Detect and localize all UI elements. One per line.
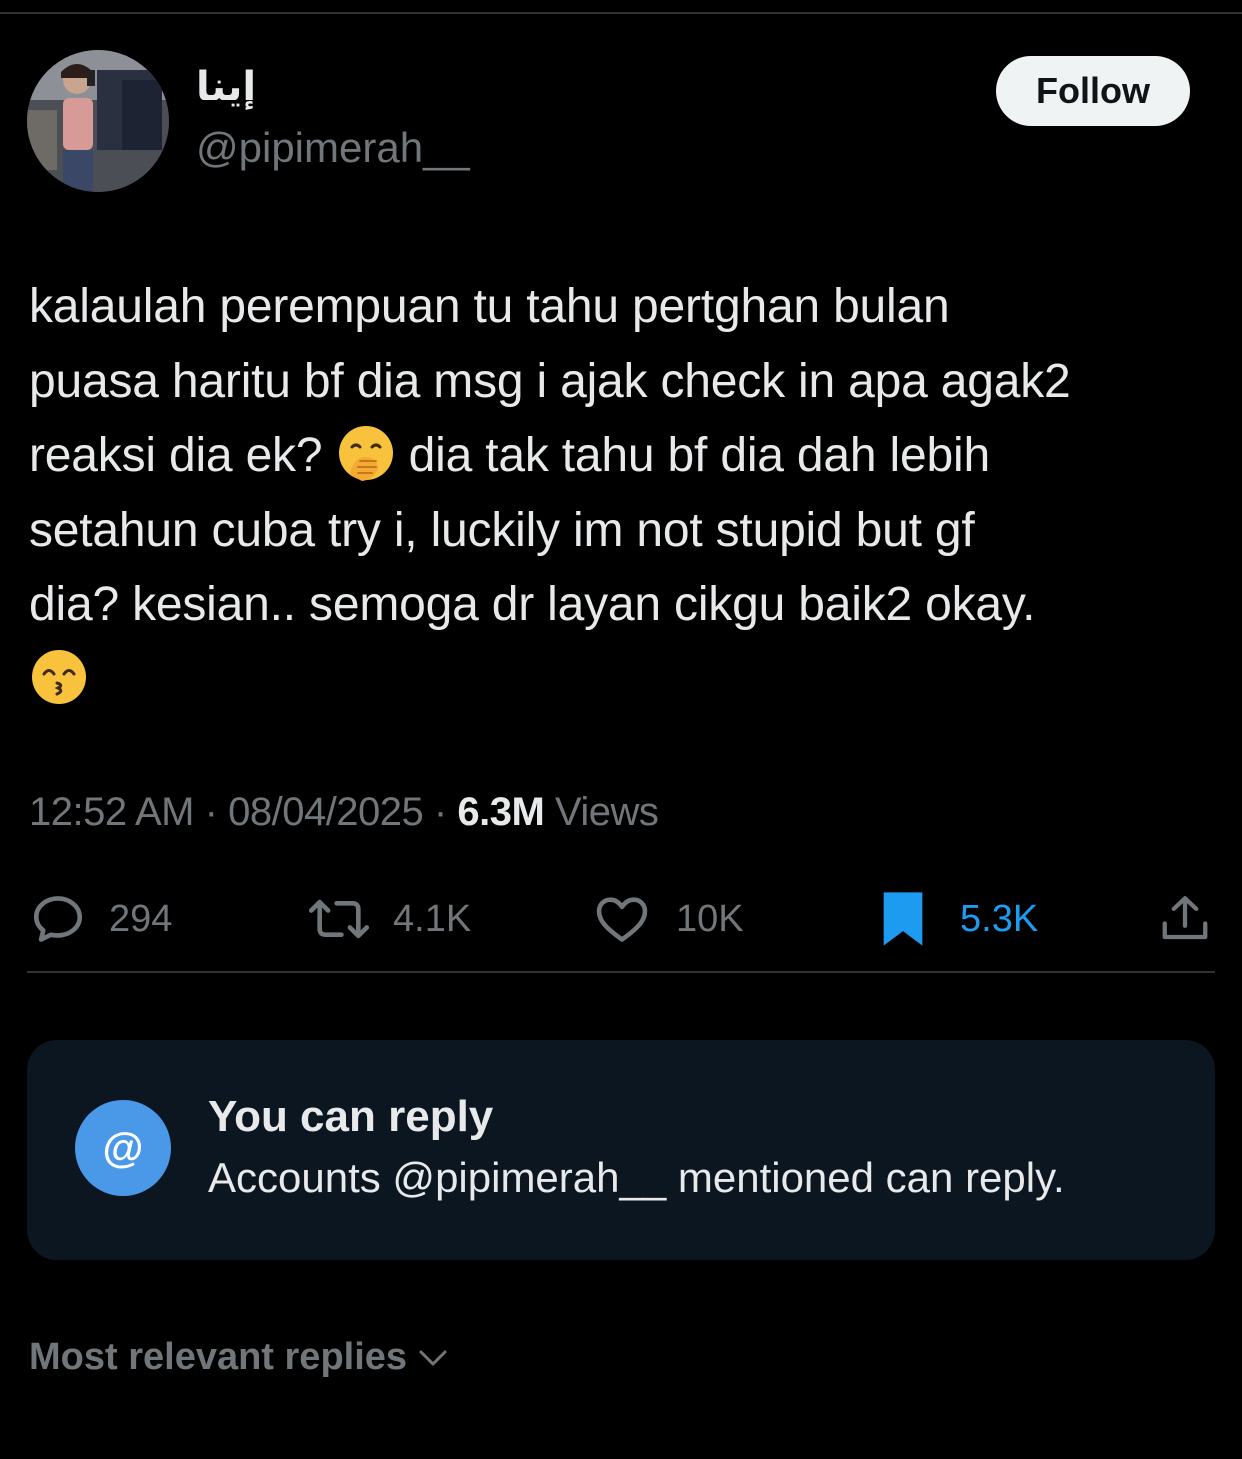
chevron-down-icon	[419, 1350, 447, 1365]
repost-button[interactable]: 4.1K	[305, 884, 471, 954]
avatar[interactable]	[27, 50, 169, 192]
reply-sort-dropdown[interactable]: Most relevant replies	[29, 1336, 449, 1379]
action-bar: 294 4.1K 10K 5.3K	[0, 884, 1242, 954]
like-button[interactable]: 10K	[592, 884, 744, 954]
meta-separator: ·	[433, 790, 447, 834]
repost-icon	[308, 899, 370, 939]
repost-count: 4.1K	[393, 897, 472, 940]
tweet-line: puasa haritu bf dia msg i ajak check in …	[29, 354, 1071, 408]
tweet-text: kalaulah perempuan tu tahu pertghan bula…	[29, 270, 1219, 717]
bookmark-button[interactable]: 5.3K	[880, 884, 1038, 954]
reply-sort-label: Most relevant replies	[29, 1336, 408, 1378]
at-sign-icon: @	[75, 1100, 171, 1196]
heart-icon	[596, 897, 648, 942]
reply-button[interactable]: 294	[29, 884, 172, 954]
tweet-line: setahun cuba try i, luckily im not stupi…	[29, 503, 975, 557]
author-display-name[interactable]: إينا	[196, 64, 256, 110]
like-count: 10K	[676, 897, 744, 940]
tweet-date[interactable]: 08/04/2025	[228, 790, 424, 834]
author-handle[interactable]: @pipimerah__	[196, 124, 470, 172]
bookmark-count: 5.3K	[960, 897, 1039, 940]
reply-restriction-subtitle: Accounts @pipimerah__ mentioned can repl…	[208, 1154, 1065, 1201]
share-icon	[1162, 896, 1208, 940]
meta-separator: ·	[204, 790, 218, 834]
tweet-line: kalaulah perempuan tu tahu pertghan bula…	[29, 280, 950, 333]
avatar-photo	[27, 50, 169, 192]
tweet-line-part: reaksi dia ek?	[29, 429, 323, 482]
bookmark-filled-icon	[883, 892, 923, 946]
reply-restriction-title: You can reply	[208, 1092, 494, 1141]
reply-count: 294	[109, 897, 173, 940]
tweet-meta: 12:52 AM · 08/04/2025 · 6.3M Views	[29, 790, 659, 835]
tweet-line: reaksi dia ek? dia tak tahu bf dia dah l…	[29, 419, 1219, 494]
tweet-line-part: dia tak tahu bf dia dah lebih	[408, 429, 991, 482]
tweet-line: dia? kesian.. semoga dr layan cikgu baik…	[29, 578, 1036, 631]
views-count: 6.3M	[457, 790, 545, 834]
top-divider	[0, 12, 1242, 14]
follow-button[interactable]: Follow	[996, 56, 1190, 126]
tweet-time[interactable]: 12:52 AM	[29, 790, 195, 834]
action-divider	[27, 971, 1215, 973]
views-label: Views	[554, 790, 659, 834]
reply-restriction-box: @ You can reply Accounts @pipimerah__ me…	[27, 1040, 1215, 1260]
face-with-hand-over-mouth-emoji	[336, 423, 396, 483]
kissing-face-with-smiling-eyes-emoji	[29, 647, 89, 707]
reply-icon	[33, 896, 83, 942]
tweet-line	[29, 643, 1219, 718]
share-button[interactable]	[1158, 884, 1212, 954]
